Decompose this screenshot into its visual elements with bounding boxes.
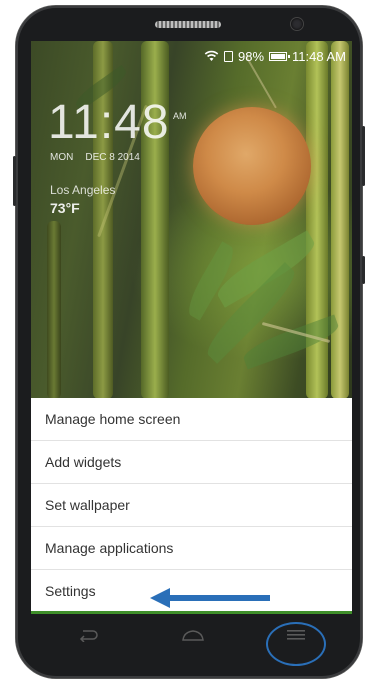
weather-sun-icon (193, 107, 311, 225)
power-button (362, 126, 365, 186)
clock-date-text: DEC 8 2014 (85, 152, 140, 163)
bamboo-wallpaper: 98% 11:48 AM 11:48 AM MON DEC 8 2014 Los… (31, 41, 352, 399)
menu-button-highlight (266, 622, 326, 666)
options-menu: Manage home screen Add widgets Set wallp… (31, 398, 352, 614)
earpiece-speaker (155, 21, 221, 28)
battery-percent: 98% (238, 48, 265, 64)
lockscreen-clock: 11:48 (48, 96, 170, 149)
status-time: 11:48 AM (292, 48, 346, 64)
weather-temperature: 73°F (50, 200, 80, 216)
wifi-icon (204, 50, 219, 61)
volume-button (13, 156, 16, 206)
status-bar: 98% 11:48 AM (204, 47, 346, 65)
menu-item-add-widgets[interactable]: Add widgets (31, 441, 352, 484)
arrow-left-icon (150, 588, 270, 608)
side-button (362, 256, 365, 284)
clock-ampm: AM (173, 111, 187, 121)
menu-item-set-wallpaper[interactable]: Set wallpaper (31, 484, 352, 527)
battery-icon (269, 51, 291, 61)
menu-item-manage-home-screen[interactable]: Manage home screen (31, 398, 352, 441)
clock-day: MON (50, 152, 74, 163)
weather-city: Los Angeles (50, 183, 116, 197)
clock-date: MON DEC 8 2014 (50, 152, 140, 163)
front-camera (291, 18, 303, 30)
phone-screen: 98% 11:48 AM 11:48 AM MON DEC 8 2014 Los… (31, 41, 352, 614)
home-icon[interactable] (181, 628, 205, 642)
back-icon[interactable] (77, 628, 99, 642)
menu-item-manage-applications[interactable]: Manage applications (31, 527, 352, 570)
sim-icon (224, 50, 233, 62)
